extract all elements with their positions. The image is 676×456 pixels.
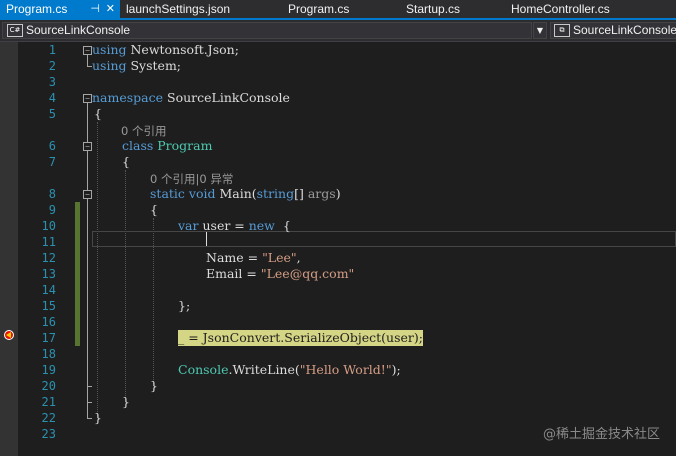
tab-label: launchSettings.json xyxy=(126,2,231,16)
code-text: var user = new { xyxy=(178,218,291,233)
code-text: { xyxy=(122,154,130,169)
tab-label: Program.cs xyxy=(288,2,350,16)
chevron-down-icon[interactable]: ▼ xyxy=(533,22,547,39)
code-text: { xyxy=(150,202,158,217)
tab-label: Program.cs xyxy=(6,2,68,16)
code-line: 8 static void Main(string[] args) xyxy=(0,186,676,202)
code-text: } xyxy=(150,378,158,393)
code-text: { xyxy=(94,106,102,121)
pin-icon[interactable]: ⊣ xyxy=(90,0,100,18)
line-number: 6 xyxy=(48,139,56,153)
code-text: Email = "Lee@qq.com" xyxy=(206,266,355,281)
type-scope-dropdown[interactable]: ⧉ SourceLinkConsole xyxy=(550,22,676,39)
code-line: 4 namespace SourceLinkConsole xyxy=(0,90,676,106)
code-text: } xyxy=(122,394,130,409)
navigation-bar: C# SourceLinkConsole ▼ ⧉ SourceLinkConsole xyxy=(0,20,676,42)
code-line: 7 { xyxy=(0,154,676,170)
line-number: 3 xyxy=(48,75,56,89)
line-number: 18 xyxy=(41,347,56,361)
code-line: 9 { xyxy=(0,202,676,218)
ide-window: Program.cs ⊣ ✕ launchSettings.json Progr… xyxy=(0,0,676,456)
line-number: 23 xyxy=(41,427,56,441)
tab-launchsettings-json[interactable]: launchSettings.json xyxy=(120,0,270,18)
line-number: 22 xyxy=(41,411,56,425)
code-line: 6 class Program xyxy=(0,138,676,154)
code-line-breakpoint: 17 _ = JsonConvert.SerializeObject(user)… xyxy=(0,330,676,346)
tab-startup-cs[interactable]: Startup.cs xyxy=(388,0,503,18)
line-number: 11 xyxy=(41,235,56,249)
document-tab-strip: Program.cs ⊣ ✕ launchSettings.json Progr… xyxy=(0,0,676,20)
code-text: class Program xyxy=(122,138,213,153)
line-number: 13 xyxy=(41,267,56,281)
codelens-references[interactable]: 0 个引用 xyxy=(121,123,166,139)
code-line: 19 Console.WriteLine("Hello World!"); xyxy=(0,362,676,378)
line-number: 1 xyxy=(48,43,56,57)
project-name: SourceLinkConsole xyxy=(26,23,131,37)
code-line: 18 xyxy=(0,346,676,362)
breakpoint-highlighted-code: _ = JsonConvert.SerializeObject(user); xyxy=(178,330,423,346)
code-line: 2 using System; xyxy=(0,58,676,74)
code-line: 20 } xyxy=(0,378,676,394)
line-number: 8 xyxy=(48,187,56,201)
class-icon: ⧉ xyxy=(554,24,570,37)
code-line: 3 xyxy=(0,74,676,90)
line-number: 17 xyxy=(41,331,56,345)
project-dropdown[interactable]: C# SourceLinkConsole xyxy=(2,22,532,39)
watermark: @稀土掘金技术社区 xyxy=(542,427,660,442)
code-text: }; xyxy=(178,298,191,313)
line-number: 14 xyxy=(41,283,56,297)
code-text: Name = "Lee", xyxy=(206,250,301,265)
tab-homecontroller-cs[interactable]: HomeController.cs xyxy=(503,0,676,18)
code-line: 5 { xyxy=(0,106,676,122)
line-number: 4 xyxy=(48,91,56,105)
line-number: 10 xyxy=(41,219,56,233)
code-line: 21 } xyxy=(0,394,676,410)
code-line: 14 xyxy=(0,282,676,298)
code-text: static void Main(string[] args) xyxy=(150,186,341,201)
line-number: 16 xyxy=(41,315,56,329)
code-text: using Newtonsoft.Json; xyxy=(92,42,239,57)
code-line: 11 xyxy=(0,234,676,250)
line-number: 19 xyxy=(41,363,56,377)
line-number: 15 xyxy=(41,299,56,313)
line-number: 21 xyxy=(41,395,56,409)
line-number: 7 xyxy=(48,155,56,169)
tab-program-cs[interactable]: Program.cs xyxy=(270,0,388,18)
line-number: 5 xyxy=(48,107,56,121)
code-editor[interactable]: − − − − 1 using Newtonsoft.Json; 2 using… xyxy=(0,42,676,456)
code-line: 1 using Newtonsoft.Json; xyxy=(0,42,676,58)
code-line: 12 Name = "Lee", xyxy=(0,250,676,266)
close-icon[interactable]: ✕ xyxy=(106,0,115,18)
code-line: 13 Email = "Lee@qq.com" xyxy=(0,266,676,282)
tab-label: HomeController.cs xyxy=(511,2,610,16)
scope-name: SourceLinkConsole xyxy=(573,23,676,37)
codelens-references[interactable]: 0 个引用|0 异常 xyxy=(150,171,233,187)
code-text: } xyxy=(94,410,102,425)
tab-program-cs-active[interactable]: Program.cs ⊣ ✕ xyxy=(0,0,120,18)
line-number: 20 xyxy=(41,379,56,393)
code-line: 10 var user = new { xyxy=(0,218,676,234)
tab-label: Startup.cs xyxy=(406,2,461,16)
code-text: using System; xyxy=(92,58,182,73)
code-text: Console.WriteLine("Hello World!"); xyxy=(178,362,401,377)
code-line: 15 }; xyxy=(0,298,676,314)
line-number: 12 xyxy=(41,251,56,265)
line-number: 2 xyxy=(48,59,56,73)
line-number: 9 xyxy=(48,203,56,217)
code-text: namespace SourceLinkConsole xyxy=(92,90,290,105)
code-line: 16 xyxy=(0,314,676,330)
csharp-project-icon: C# xyxy=(7,24,23,37)
